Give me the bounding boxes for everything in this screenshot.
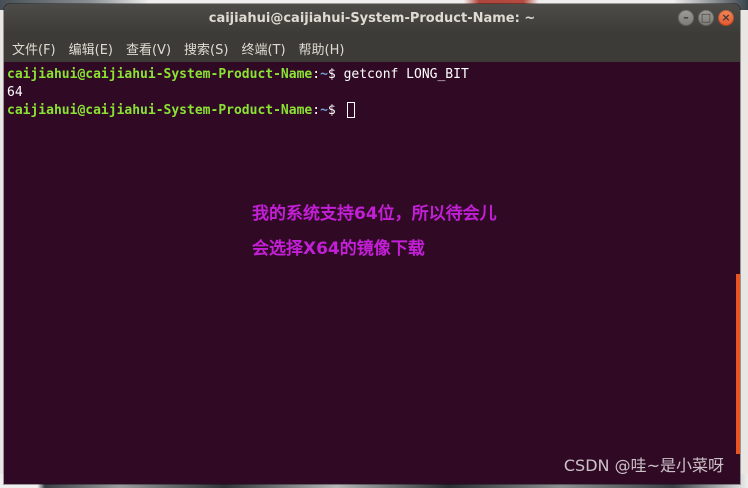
terminal-window: caijiahui@caijiahui-System-Product-Name:… — [4, 4, 740, 484]
title-bar[interactable]: caijiahui@caijiahui-System-Product-Name:… — [4, 4, 740, 34]
prompt-path: ~ — [320, 103, 328, 118]
prompt-user-host: caijiahui@caijiahui-System-Product-Name — [7, 67, 313, 82]
terminal-line: caijiahui@caijiahui-System-Product-Name:… — [7, 66, 740, 84]
prompt-symbol: $ — [327, 67, 344, 82]
prompt-separator: : — [312, 67, 321, 82]
window-title: caijiahui@caijiahui-System-Product-Name:… — [208, 11, 536, 26]
menu-edit[interactable]: 编辑(E) — [69, 37, 113, 60]
window-controls: – □ × — [678, 10, 734, 26]
command-text: getconf LONG_BIT — [343, 67, 469, 82]
menu-help[interactable]: 帮助(H) — [299, 37, 345, 60]
menu-file[interactable]: 文件(F) — [12, 37, 56, 60]
terminal-line: caijiahui@caijiahui-System-Product-Name:… — [7, 102, 740, 120]
prompt-symbol: $ — [327, 103, 344, 118]
terminal-output-area[interactable]: caijiahui@caijiahui-System-Product-Name:… — [4, 62, 740, 484]
annotation-text: 我的系统支持64位，所以待会儿 会选择X64的镜像下载 — [252, 197, 497, 267]
text-cursor — [346, 102, 355, 118]
menu-search[interactable]: 搜索(S) — [184, 37, 228, 60]
annotation-line-2: 会选择X64的镜像下载 — [252, 239, 425, 259]
prompt-path: ~ — [320, 67, 328, 82]
minimize-button[interactable]: – — [678, 10, 694, 26]
annotation-line-1: 我的系统支持64位，所以待会儿 — [252, 204, 497, 224]
scrollbar[interactable] — [736, 274, 740, 454]
command-output: 64 — [7, 85, 23, 100]
maximize-button[interactable]: □ — [698, 10, 714, 26]
menu-view[interactable]: 查看(V) — [126, 37, 171, 60]
terminal-line: 64 — [7, 84, 740, 102]
prompt-separator: : — [312, 103, 321, 118]
close-button[interactable]: × — [718, 10, 734, 26]
menu-terminal[interactable]: 终端(T) — [241, 37, 285, 60]
prompt-user-host: caijiahui@caijiahui-System-Product-Name — [7, 103, 313, 118]
watermark: CSDN @哇~是小菜呀 — [563, 456, 724, 475]
menu-bar: 文件(F) 编辑(E) 查看(V) 搜索(S) 终端(T) 帮助(H) — [4, 34, 740, 62]
